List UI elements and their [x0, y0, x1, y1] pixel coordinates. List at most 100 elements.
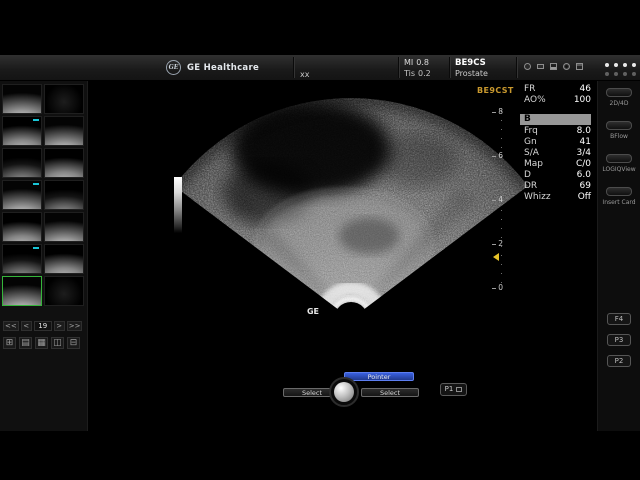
param-row: Gn 41: [520, 137, 597, 148]
param-value: 6.0: [577, 170, 591, 181]
status-icon[interactable]: [576, 63, 583, 70]
focus-marker-icon[interactable]: [493, 253, 499, 261]
first-page-button[interactable]: <<: [3, 321, 19, 331]
probe-name: BE9CS: [455, 58, 486, 68]
header-divider: [398, 57, 399, 78]
side-button[interactable]: [606, 121, 632, 130]
side-button-label: Insert Card: [598, 199, 640, 206]
side-button-column: 2D/4D BFlow LOGIQView Insert Card: [597, 81, 640, 431]
status-icon[interactable]: [537, 64, 544, 69]
p1-label: P1: [445, 384, 454, 395]
param-label: D: [524, 170, 531, 181]
thumbnail[interactable]: [44, 116, 84, 146]
param-value: 3/4: [577, 148, 591, 159]
param-value: Off: [578, 192, 591, 203]
thumbnail[interactable]: [44, 84, 84, 114]
header-divider: [293, 57, 294, 78]
side-button[interactable]: [606, 187, 632, 196]
last-page-button[interactable]: >>: [67, 321, 83, 331]
param-row: Map C/0: [520, 159, 597, 170]
depth-mark: 4: [485, 196, 503, 204]
grayscale-bar: [174, 177, 182, 233]
param-value: 41: [580, 137, 591, 148]
param-label: FR: [524, 84, 535, 95]
side-button-group: 2D/4D: [598, 88, 640, 107]
header-bar: GE GE Healthcare xx MI0.8 Tis0.2 BE9CS P…: [0, 55, 640, 81]
thumbnail[interactable]: [2, 212, 42, 242]
p1-button[interactable]: P1: [440, 383, 467, 396]
depth-mark: 8: [485, 108, 503, 116]
next-page-button[interactable]: >: [54, 321, 65, 331]
thumbnail[interactable]: [44, 244, 84, 274]
depth-mark: 0: [485, 284, 503, 292]
trackball-ball-icon: [334, 382, 354, 402]
select-right-button[interactable]: Select: [361, 388, 419, 397]
pointer-button[interactable]: Pointer: [344, 372, 414, 381]
thumbnail[interactable]: [2, 244, 42, 274]
clipboard-tool-button[interactable]: ⊞: [3, 337, 16, 349]
parameter-mode-rows: Frq 8.0 Gn 41 S/A 3/4 Map C/0: [520, 126, 597, 203]
side-button-groups: 2D/4D BFlow LOGIQView Insert Card: [598, 88, 640, 206]
function-key-button[interactable]: F4: [607, 313, 631, 325]
thumbnail[interactable]: [44, 212, 84, 242]
param-label: Frq: [524, 126, 538, 137]
ge-logo-icon: GE: [166, 60, 181, 75]
side-button-group: Insert Card: [598, 187, 640, 206]
menu-dot-icon: [623, 63, 627, 67]
param-label: Whizz: [524, 192, 551, 203]
status-icon-row: [524, 63, 583, 70]
thumbnail[interactable]: [2, 116, 42, 146]
mode-indicator: B: [520, 114, 591, 125]
menu-dot-icon: [623, 72, 627, 76]
thumbnail[interactable]: [2, 84, 42, 114]
depth-tick-icon: [492, 200, 496, 201]
header-divider: [449, 57, 450, 78]
side-button[interactable]: [606, 154, 632, 163]
clipboard-tool-button[interactable]: ◫: [51, 337, 64, 349]
parameter-top-rows: FR 46 AO% 100: [520, 84, 597, 106]
prev-page-button[interactable]: <: [21, 321, 32, 331]
probe-orientation-label: BE9CST: [477, 86, 514, 95]
function-key-button[interactable]: P2: [607, 355, 631, 367]
clipboard-tool-button[interactable]: ▤: [19, 337, 32, 349]
param-label: Map: [524, 159, 543, 170]
side-button[interactable]: [606, 88, 632, 97]
thumbnail[interactable]: [2, 276, 42, 306]
param-label: Gn: [524, 137, 537, 148]
clipboard-tool-button[interactable]: ⊟: [67, 337, 80, 349]
status-icon[interactable]: [563, 63, 570, 70]
status-icon[interactable]: [550, 63, 557, 70]
mi-readout: MI0.8: [404, 58, 432, 67]
thumbnail[interactable]: [44, 276, 84, 306]
menu-dot-icon: [632, 72, 636, 76]
status-icon[interactable]: [524, 63, 531, 70]
depth-mark: 2: [485, 240, 503, 248]
ultrasound-display: GE BE9CST 8 6 4: [89, 81, 520, 431]
menu-dot-icon: [605, 63, 609, 67]
thumbnail[interactable]: [44, 148, 84, 178]
function-key-button[interactable]: P3: [607, 334, 631, 346]
param-row: Whizz Off: [520, 192, 597, 203]
depth-ruler: 8 6 4 2 0: [485, 108, 503, 292]
thumbnail[interactable]: [2, 180, 42, 210]
thumbnail-grid: [2, 84, 84, 306]
menu-dots[interactable]: [605, 63, 636, 67]
clipboard-tool-button[interactable]: ▦: [35, 337, 48, 349]
param-row: S/A 3/4: [520, 148, 597, 159]
parameter-panel: FR 46 AO% 100 B Frq 8.0 Gn 41: [520, 84, 597, 203]
trackball-icon[interactable]: [329, 377, 359, 407]
function-key-column: F4 P3 P2: [598, 313, 640, 376]
depth-tick-icon: [492, 244, 496, 245]
menu-dot-icon: [614, 63, 618, 67]
thumbnail[interactable]: [2, 148, 42, 178]
page-number: 19: [34, 321, 52, 331]
thumbnail[interactable]: [44, 180, 84, 210]
depth-tick-icon: [492, 288, 496, 289]
side-button-group: LOGIQView: [598, 154, 640, 173]
param-row: Frq 8.0: [520, 126, 597, 137]
param-row: D 6.0: [520, 170, 597, 181]
param-value: 100: [574, 95, 591, 106]
param-row: DR 69: [520, 181, 597, 192]
menu-dots-secondary[interactable]: [605, 72, 636, 76]
clipboard-toolbar: ⊞▤▦◫⊟: [3, 337, 80, 349]
